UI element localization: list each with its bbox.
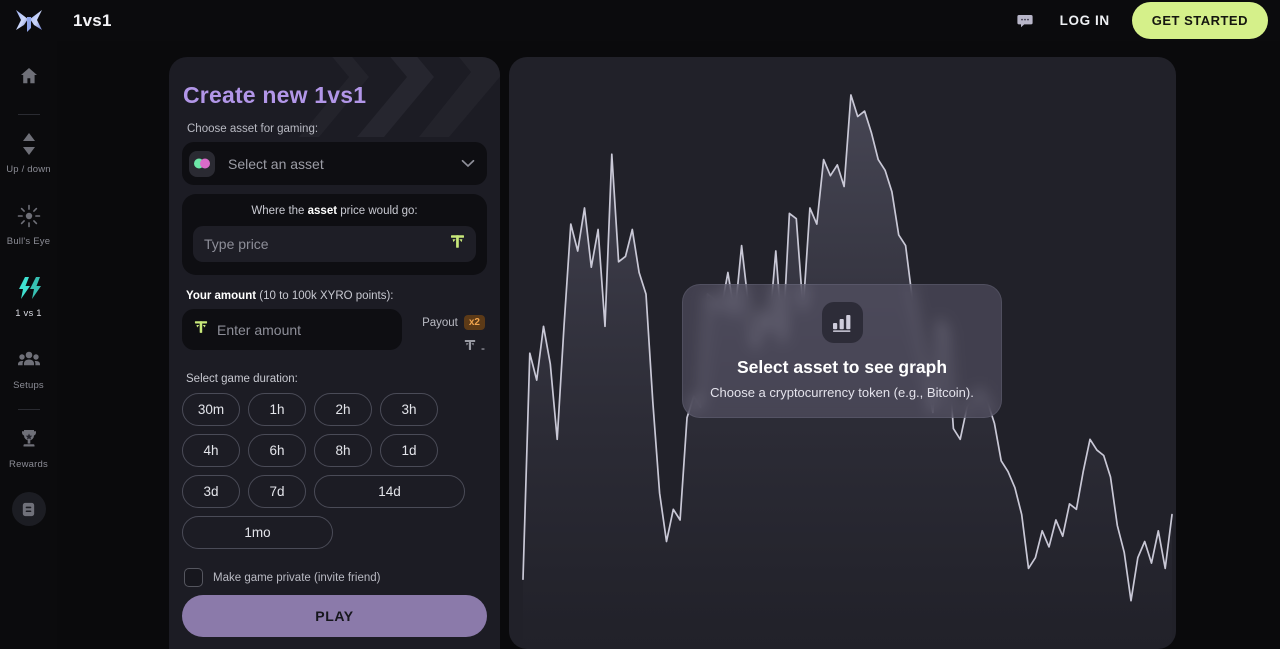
- sidebar-item-label: 1 vs 1: [15, 308, 42, 319]
- left-sidebar: Up / down Bull's Eye 1 vs 1 Setups Rewar…: [0, 41, 57, 649]
- price-caption-asset: asset: [307, 205, 338, 217]
- up-down-arrows-icon: [14, 129, 44, 159]
- amount-input[interactable]: Enter amount: [182, 309, 402, 350]
- document-list-icon[interactable]: [11, 492, 46, 526]
- payout-multiplier-badge: x2: [463, 315, 485, 330]
- bar-chart-icon: [821, 302, 863, 343]
- bulls-eye-target-icon: [14, 201, 44, 231]
- xyro-token-icon: [464, 338, 476, 357]
- home-icon: [14, 61, 44, 91]
- panel-title: Create new 1vs1: [183, 82, 367, 108]
- xyro-token-glyph: [464, 340, 476, 351]
- asset-placeholder-text: Select an asset: [228, 155, 324, 172]
- sidebar-item-rewards[interactable]: Rewards: [0, 424, 57, 470]
- play-button[interactable]: PLAY: [182, 595, 487, 637]
- top-header: 1vs1 LOG IN GET STARTED: [0, 0, 1280, 41]
- duration-button[interactable]: 1d: [380, 434, 438, 467]
- payout-row: Payout x2: [422, 315, 485, 330]
- asset-field-label: Choose asset for gaming:: [187, 123, 319, 135]
- get-started-button[interactable]: GET STARTED: [1131, 2, 1268, 39]
- select-asset-overlay: Select asset to see graph Choose a crypt…: [682, 284, 1002, 418]
- duration-button[interactable]: 2h: [314, 393, 372, 426]
- chart-panel: Select asset to see graph Choose a crypt…: [509, 57, 1176, 649]
- payout-value-row: -: [464, 338, 485, 357]
- xyro-x-logo-icon: [15, 9, 42, 32]
- duration-button[interactable]: 14d: [314, 475, 465, 508]
- sidebar-item-home[interactable]: [0, 61, 57, 96]
- price-direction-box: Where the asset price would go: Type pri…: [182, 194, 487, 275]
- page-title: 1vs1: [73, 10, 112, 30]
- bar-chart-glyph: [833, 314, 851, 332]
- sidebar-item-label: Bull's Eye: [6, 236, 51, 247]
- logo-container[interactable]: [0, 8, 57, 34]
- chevron-down-icon: [461, 159, 475, 168]
- make-private-label: Make game private (invite friend): [213, 571, 381, 584]
- duration-button[interactable]: 8h: [314, 434, 372, 467]
- make-private-checkbox[interactable]: [184, 568, 203, 587]
- sidebar-item-label: Setups: [13, 380, 44, 391]
- app-root: 1vs1 LOG IN GET STARTED Up / down Bull's…: [0, 0, 1280, 649]
- panel-content: Create new 1vs1 Choose asset for gaming:…: [182, 82, 487, 587]
- sidebar-item-label: Rewards: [9, 459, 48, 470]
- sidebar-divider-1: [17, 114, 40, 115]
- price-caption-post: price would go:: [337, 205, 418, 217]
- payout-value: -: [481, 340, 485, 355]
- price-placeholder-text: Type price: [204, 236, 269, 252]
- duration-button-grid: 30m 1h 2h 3h 4h 6h 8h 1d 3d 7d 14d 1mo: [182, 393, 487, 549]
- sidebar-item-1vs1[interactable]: 1 vs 1: [0, 273, 57, 319]
- create-game-panel: Create new 1vs1 Choose asset for gaming:…: [169, 57, 500, 649]
- sidebar-item-label: Up / down: [6, 164, 51, 175]
- xyro-token-glyph: [194, 321, 208, 333]
- overlay-subtitle: Choose a cryptocurrency token (e.g., Bit…: [710, 385, 974, 400]
- price-input[interactable]: Type price: [193, 226, 476, 262]
- sidebar-item-setups[interactable]: Setups: [0, 345, 57, 391]
- chat-bubble-glyph: [1017, 14, 1033, 27]
- amount-row: Enter amount Payout x2 -: [182, 309, 487, 357]
- duration-button[interactable]: 1mo: [182, 516, 333, 549]
- amount-placeholder-text: Enter amount: [217, 321, 302, 338]
- duration-button[interactable]: 6h: [248, 434, 306, 467]
- xyro-token-glyph: [451, 235, 464, 248]
- amount-label-rest: (10 to 100k XYRO points):: [256, 290, 394, 302]
- overlay-title: Select asset to see graph: [736, 357, 948, 377]
- xyro-token-icon: [450, 233, 465, 255]
- sidebar-item-up-down[interactable]: Up / down: [0, 129, 57, 175]
- duration-field-label: Select game duration:: [186, 373, 298, 385]
- payout-info: Payout x2 -: [422, 309, 487, 357]
- amount-label-bold: Your amount: [186, 290, 257, 302]
- xyro-token-icon: [194, 319, 208, 340]
- sidebar-divider-2: [17, 409, 40, 410]
- amount-field-label: Your amount (10 to 100k XYRO points):: [186, 290, 487, 302]
- duration-button[interactable]: 1h: [248, 393, 306, 426]
- duration-button[interactable]: 3h: [380, 393, 438, 426]
- token-pair-glyph: [194, 158, 210, 169]
- trophy-icon: [14, 424, 44, 454]
- duration-button[interactable]: 3d: [182, 475, 240, 508]
- header-actions: LOG IN GET STARTED: [1012, 2, 1280, 39]
- payout-label: Payout: [422, 316, 458, 329]
- token-pair-icon: [189, 150, 215, 177]
- chat-bubble-icon[interactable]: [1012, 8, 1038, 34]
- asset-select-dropdown[interactable]: Select an asset: [182, 142, 487, 185]
- duration-button[interactable]: 4h: [182, 434, 240, 467]
- sidebar-item-bulls-eye[interactable]: Bull's Eye: [0, 201, 57, 247]
- login-button[interactable]: LOG IN: [1056, 7, 1114, 34]
- users-group-icon: [14, 345, 44, 375]
- duration-button[interactable]: 7d: [248, 475, 306, 508]
- lightning-1vs1-icon: [14, 273, 44, 303]
- price-caption: Where the asset price would go:: [193, 205, 476, 217]
- make-private-row: Make game private (invite friend): [184, 568, 487, 587]
- price-caption-pre: Where the: [251, 205, 308, 217]
- duration-button[interactable]: 30m: [182, 393, 240, 426]
